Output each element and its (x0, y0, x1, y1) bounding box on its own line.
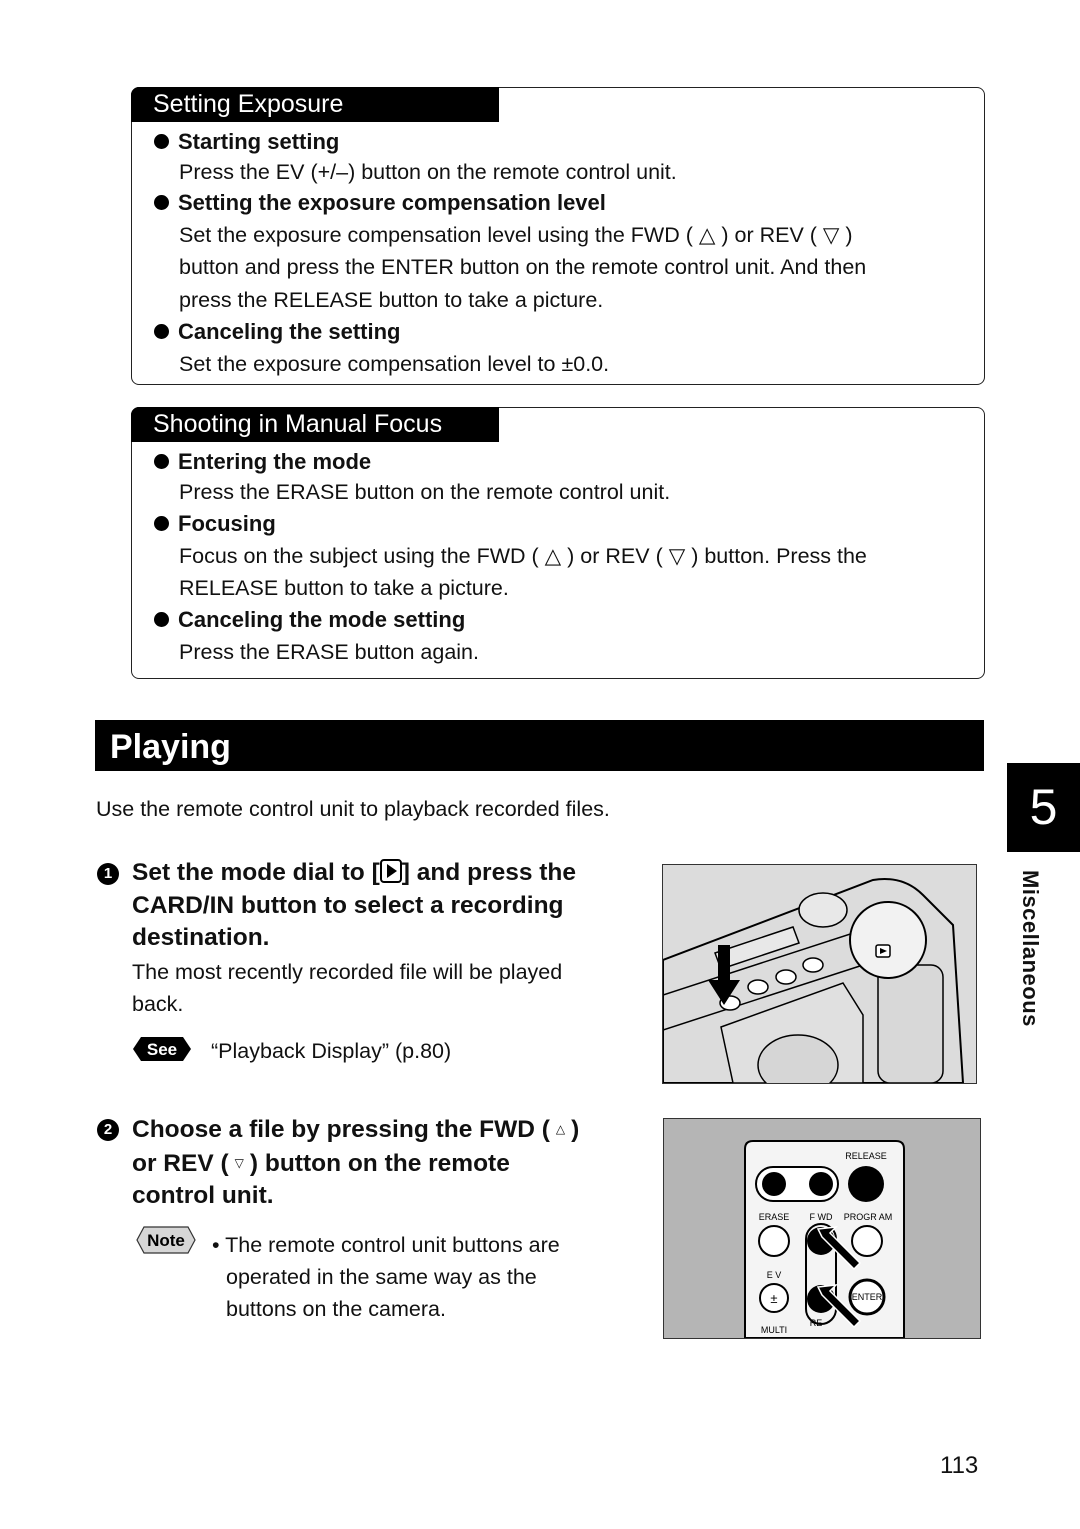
chapter-tab: 5 (1007, 763, 1080, 852)
remote-label-enter: ENTER (852, 1292, 883, 1302)
item-desc: Press the ERASE button again. (179, 640, 479, 664)
chapter-label: Miscellaneous (1018, 870, 1043, 1027)
item-focusing: Focusing (154, 511, 276, 537)
remote-control-illustration: RELEASE ERASE F WD PROGR AM E V ± ENTER … (663, 1118, 981, 1339)
step-2-number: 2 (97, 1119, 119, 1141)
item-canceling-mode: Canceling the mode setting (154, 607, 465, 633)
camera-drawing-icon (662, 878, 965, 1096)
bullet-icon (154, 134, 169, 149)
item-desc: Set the exposure compensation level usin… (179, 223, 853, 247)
note-text: • The remote control unit buttons are op… (212, 1233, 560, 1321)
remote-label-rev: RE (810, 1318, 823, 1328)
item-desc: Press the EV (+/–) button on the remote … (179, 160, 677, 184)
step-1-description: The most recently recorded file will be … (132, 960, 563, 1016)
item-desc: button and press the ENTER button on the… (179, 255, 867, 279)
item-desc: press the RELEASE button to take a pictu… (179, 288, 604, 312)
remote-label-erase: ERASE (759, 1212, 790, 1222)
remote-label-multi: MULTI (761, 1325, 787, 1335)
item-setting-level: Setting the exposure compensation level (154, 190, 606, 216)
remote-drawing-icon: RELEASE ERASE F WD PROGR AM E V ± ENTER … (744, 1140, 905, 1339)
fwd-triangle-icon: △ (555, 1122, 566, 1136)
playing-title: Playing (110, 728, 231, 766)
svg-text:±: ± (770, 1291, 777, 1306)
manual-focus-box: Shooting in Manual Focus Mode Entering t… (131, 407, 985, 679)
manual-focus-title: Shooting in Manual Focus Mode (131, 407, 499, 473)
item-canceling-setting: Canceling the setting (154, 319, 400, 345)
item-starting-setting: Starting setting (154, 129, 339, 155)
bullet-icon (154, 324, 169, 339)
note-badge-icon: Note (136, 1226, 196, 1254)
playback-mode-icon (379, 859, 402, 883)
note-label: Note (147, 1231, 185, 1250)
camera-illustration (662, 864, 977, 1096)
see-reference-link[interactable]: “Playback Display” (p.80) (211, 1039, 451, 1064)
step-1-title: Set the mode dial to [] and press the CA… (132, 859, 577, 951)
see-label: See (147, 1040, 177, 1059)
remote-label-program: PROGR AM (844, 1212, 893, 1222)
remote-label-release: RELEASE (845, 1151, 887, 1161)
item-desc: Set the exposure compensation level to ±… (179, 352, 610, 376)
bullet-icon (154, 195, 169, 210)
exposure-compensation-box: Setting Exposure Compensation Starting s… (131, 87, 985, 385)
playing-intro: Use the remote control unit to playback … (96, 797, 610, 821)
item-entering-mode: Entering the mode (154, 449, 371, 475)
page-number: 113 (940, 1452, 979, 1479)
remote-label-ev: E V (767, 1270, 782, 1280)
rev-triangle-icon: ▽ (234, 1155, 244, 1170)
remote-label-fwd: F WD (810, 1212, 833, 1222)
bullet-icon (154, 454, 169, 469)
item-desc: RELEASE button to take a picture. (179, 576, 509, 600)
step-2-title: Choose a file by pressing the FWD (△) or… (132, 1116, 580, 1209)
see-badge-icon: See (133, 1037, 191, 1061)
exposure-compensation-title: Setting Exposure Compensation (131, 87, 499, 153)
item-desc: Press the ERASE button on the remote con… (179, 480, 671, 504)
item-desc: Focus on the subject using the FWD ( △ )… (179, 544, 867, 568)
step-1-number: 1 (97, 863, 119, 885)
bullet-icon (154, 516, 169, 531)
bullet-icon (154, 612, 169, 627)
